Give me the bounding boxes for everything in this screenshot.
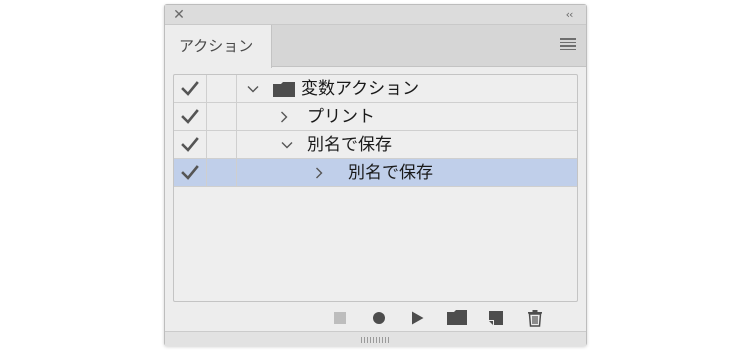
panel-tabbar: アクション [165,25,586,68]
check-icon [181,137,199,152]
resize-strip [165,331,586,346]
panel-toolbar [165,305,586,331]
chevron-right-icon[interactable] [278,111,290,123]
action-label: プリント [307,107,375,127]
panel-titlebar: ✕ ‹‹ [165,5,586,25]
list-item-action[interactable]: プリント [174,103,577,131]
collapse-button[interactable]: ‹‹ [560,6,578,24]
new-action-icon[interactable] [487,309,505,327]
toggle-checkbox[interactable] [174,75,207,102]
play-icon[interactable] [408,309,426,327]
resize-handle[interactable] [361,337,391,343]
check-icon [181,165,199,180]
tab-actions[interactable]: アクション [165,25,272,68]
action-label: 別名で保存 [307,135,392,155]
close-button[interactable]: ✕ [171,7,187,23]
check-icon [181,109,199,124]
folder-icon [273,82,295,97]
dialog-toggle[interactable] [207,75,237,102]
actions-panel: ✕ ‹‹ アクション 変数アクション プリント 別名で保存 別名で保存 [164,4,587,346]
dialog-toggle[interactable] [207,131,237,158]
toggle-checkbox[interactable] [174,159,207,186]
list-item-action[interactable]: 別名で保存 [174,131,577,159]
toggle-checkbox[interactable] [174,103,207,130]
trash-icon[interactable] [526,309,544,327]
record-icon[interactable] [370,309,388,327]
toggle-checkbox[interactable] [174,131,207,158]
dialog-toggle[interactable] [207,103,237,130]
chevron-down-icon[interactable] [247,83,259,95]
check-icon [181,81,199,96]
list-item-command[interactable]: 別名で保存 [174,159,577,187]
new-set-icon[interactable] [446,309,468,327]
actions-list: 変数アクション プリント 別名で保存 別名で保存 [173,74,578,302]
stop-icon[interactable] [331,309,349,327]
action-set-label: 変数アクション [301,79,420,99]
chevron-right-icon[interactable] [313,167,325,179]
dialog-toggle[interactable] [207,159,237,186]
list-item-set[interactable]: 変数アクション [174,75,577,103]
panel-menu-icon[interactable] [560,38,576,52]
command-label: 別名で保存 [348,163,433,183]
chevron-down-icon[interactable] [281,139,293,151]
